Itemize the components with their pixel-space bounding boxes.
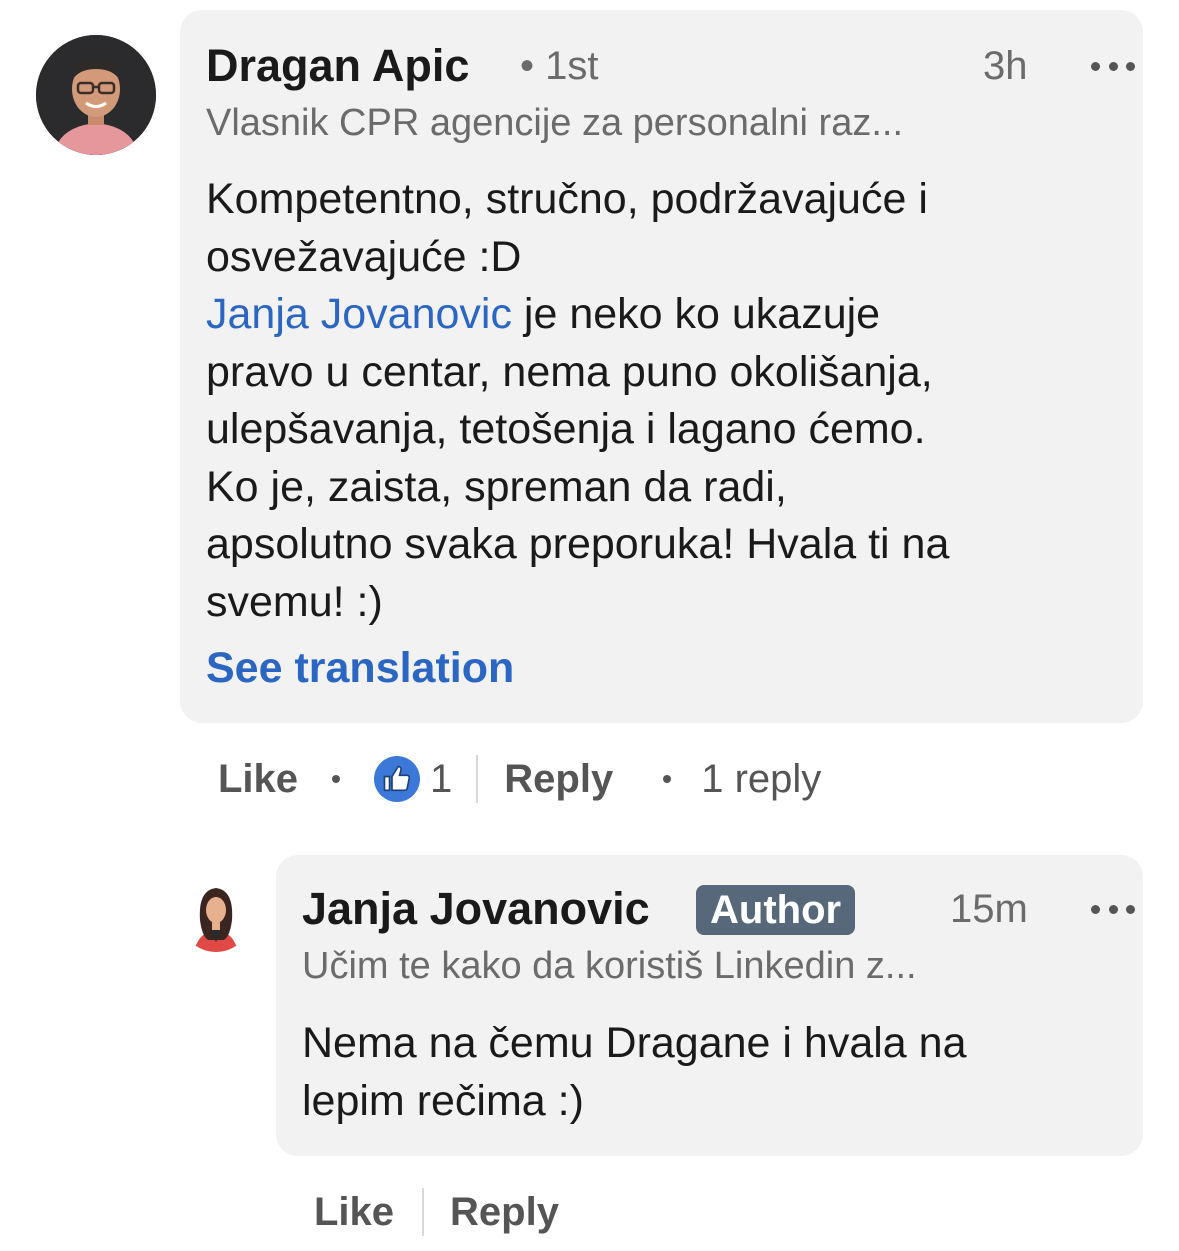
reply-like-button[interactable]: Like	[314, 1190, 394, 1235]
comment-body-line: Kompetentno, stručno, podržavajuće i	[206, 175, 928, 223]
comment-bubble: Dragan Apic • 1st 3h Vlasnik CPR agencij…	[180, 10, 1143, 723]
avatar-dragan-apic[interactable]	[36, 35, 156, 155]
reply-body: Nema na čemu Dragane i hvala na lepim re…	[302, 1015, 1122, 1130]
author-badge: Author	[696, 885, 856, 935]
reaction-count[interactable]: 1	[430, 757, 452, 802]
divider	[476, 755, 479, 803]
comment-body-line: Janja Jovanovic je neko ko ukazuje	[206, 286, 1126, 344]
comment-body: Kompetentno, stručno, podržavajuće i osv…	[206, 171, 1126, 631]
comment-actions: Like 1 Reply 1 reply	[218, 751, 821, 807]
mention-link[interactable]: Janja Jovanovic	[206, 290, 512, 338]
reply-body-line: lepim rečima :)	[302, 1076, 584, 1125]
reply-reply-button[interactable]: Reply	[450, 1190, 559, 1235]
reply-actions: Like Reply	[314, 1184, 559, 1240]
separator-dot	[663, 775, 672, 783]
reply-author-name[interactable]: Janja Jovanovic	[302, 881, 650, 937]
avatar-photo-icon	[180, 880, 252, 952]
comment-body-line: osvežavajuće :D	[206, 232, 522, 281]
reply-time: 15m	[950, 887, 1028, 931]
reply-author-headline: Učim te kako da koristiš Linkedin z...	[302, 945, 917, 987]
reply-bubble: Janja Jovanovic Author 15m Učim te kako …	[276, 855, 1143, 1156]
avatar-photo-icon	[36, 35, 156, 155]
comment-body-line: pravo u centar, nema puno okolišanja,	[206, 347, 933, 396]
reply-body-line: Nema na čemu Dragane i hvala na	[302, 1019, 967, 1067]
more-horizontal-icon[interactable]	[1091, 881, 1135, 937]
comment-header: Dragan Apic • 1st 3h	[206, 38, 1135, 94]
comment-body-line: ulepšavanja, tetošenja i lagano ćemo.	[206, 405, 926, 453]
divider	[422, 1188, 425, 1236]
comment-body-line: svemu! :)	[206, 577, 383, 626]
separator-dot	[332, 775, 341, 783]
author-name[interactable]: Dragan Apic	[206, 38, 469, 94]
author-headline: Vlasnik CPR agencije za personalni raz..…	[206, 102, 904, 144]
avatar-janja-jovanovic[interactable]	[180, 880, 252, 952]
reply-header: Janja Jovanovic Author 15m	[302, 881, 1135, 937]
replies-count-link[interactable]: 1 reply	[701, 757, 821, 802]
thumbs-up-icon[interactable]	[374, 756, 421, 802]
connection-degree: • 1st	[520, 44, 599, 88]
comment-body-line: apsolutno svaka preporuka! Hvala ti na	[206, 520, 950, 568]
like-button[interactable]: Like	[218, 757, 298, 802]
comment-body-text: je neko ko ukazuje	[511, 290, 881, 338]
comment-body-line: Ko je, zaista, spreman da radi,	[206, 462, 787, 511]
more-horizontal-icon[interactable]	[1091, 38, 1135, 94]
see-translation-link[interactable]: See translation	[206, 640, 514, 696]
comment-time: 3h	[983, 44, 1028, 88]
reply-button[interactable]: Reply	[504, 757, 613, 802]
